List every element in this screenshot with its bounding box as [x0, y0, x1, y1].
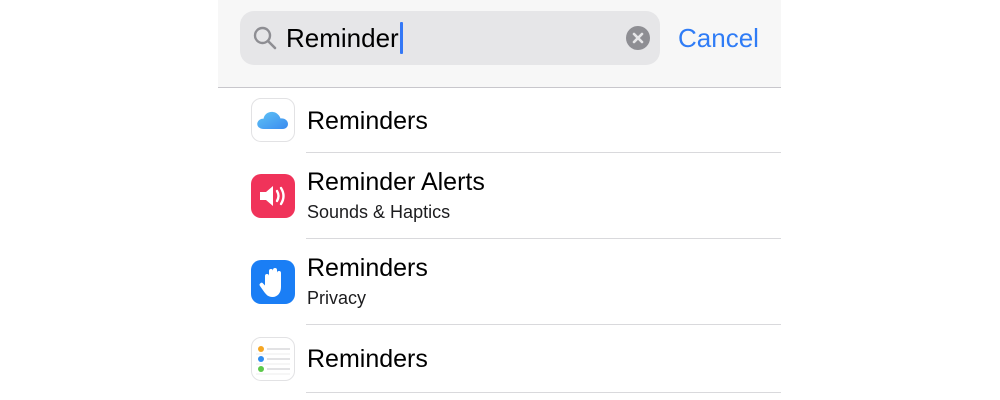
- search-field[interactable]: Reminder: [240, 11, 660, 65]
- result-row-reminders-app[interactable]: Reminders: [218, 325, 781, 393]
- result-title: Reminders: [307, 254, 428, 282]
- clear-icon: [632, 32, 644, 44]
- search-icon: [253, 26, 277, 50]
- hand-icon: [251, 260, 295, 304]
- result-row-privacy-reminders[interactable]: Reminders Privacy: [218, 239, 781, 325]
- search-query-text: Reminder: [286, 23, 399, 53]
- result-row-reminder-alerts[interactable]: Reminder Alerts Sounds & Haptics: [218, 153, 781, 239]
- result-subtitle: Privacy: [307, 288, 367, 308]
- result-subtitle: Sounds & Haptics: [307, 202, 451, 222]
- reminders-app-icon: [251, 337, 295, 381]
- text-caret: [399, 22, 403, 55]
- settings-search-screen: Reminder Cancel Reminders Reminder Alert…: [218, 0, 781, 400]
- result-title: Reminder Alerts: [307, 168, 485, 196]
- search-header: Reminder Cancel: [218, 0, 781, 88]
- speaker-icon: [251, 174, 295, 218]
- cancel-button[interactable]: Cancel: [678, 20, 759, 56]
- result-title: Reminders: [307, 345, 428, 373]
- result-title: Reminders: [307, 107, 428, 135]
- row-divider: [306, 392, 781, 393]
- search-input[interactable]: Reminder: [286, 20, 403, 56]
- result-row-icloud-reminders[interactable]: Reminders: [218, 88, 781, 153]
- icloud-icon: [251, 98, 295, 142]
- clear-search-button[interactable]: [626, 26, 650, 50]
